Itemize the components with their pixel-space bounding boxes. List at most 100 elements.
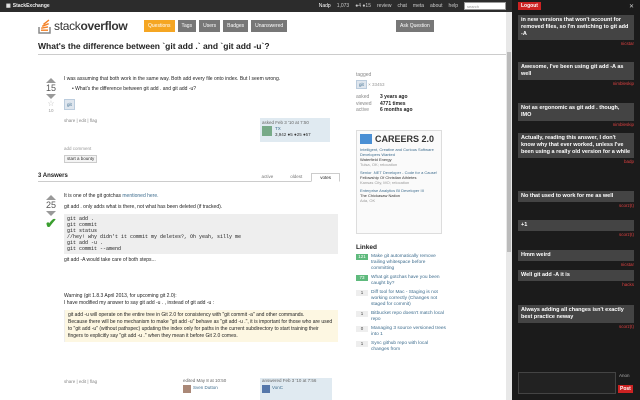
chat-message-author[interactable]: scorz(t) [518, 202, 634, 210]
linked-link[interactable]: Managing 3 source versioned trees into 1 [371, 326, 446, 338]
answers-header: 3 Answers active oldest votes [38, 172, 340, 182]
linked-item[interactable]: 73 What git gotchas have you been caught … [356, 275, 446, 287]
scrollbar-thumb[interactable] [507, 52, 511, 252]
avatar[interactable] [262, 126, 272, 136]
linked-link[interactable]: Sync github repo with local changes from [371, 341, 446, 353]
nav-unanswered[interactable]: Unanswered [251, 20, 288, 32]
chat-input[interactable] [518, 372, 616, 394]
linked-item[interactable]: 0 Managing 3 source versioned trees into … [356, 326, 446, 338]
start-bounty-button[interactable]: start a bounty [64, 155, 98, 163]
linked-link[interactable]: Make git automatically remove trailing w… [371, 254, 446, 272]
question-owner-rep: 3,942 ●5 ●25 ●57 [275, 132, 311, 137]
linked-link[interactable]: Diff tool for Mac - Staging is not worki… [371, 290, 446, 308]
close-icon[interactable]: ✕ [629, 3, 634, 10]
linked-link[interactable]: What git gotchas have you been caught by… [371, 275, 446, 287]
question-bullet: • What's the difference between git add … [72, 86, 197, 92]
chat-message-text: No that used to work for me as well [518, 191, 634, 202]
answer-owner-name[interactable]: VonC [272, 385, 283, 390]
chat-message-author[interactable]: nicstar [518, 261, 634, 269]
nav-questions[interactable]: Questions [144, 20, 175, 32]
chat-message: Always adding all changes isn't exactly … [518, 305, 634, 331]
stackoverflow-logo[interactable]: stackoverflow [38, 18, 128, 34]
linked-item[interactable]: 1 Diff tool for Mac - Staging is not work… [356, 290, 446, 308]
question-vote-count: 15 [45, 83, 56, 93]
stackexchange-menu[interactable]: ▦ StackExchange [6, 3, 50, 9]
anon-label[interactable]: Anon [619, 373, 630, 378]
post-button[interactable]: Post [618, 385, 633, 393]
answered-date: answered Feb 3 '10 at 7:56 [262, 378, 317, 383]
tag-git[interactable]: git [356, 80, 367, 89]
meta-link[interactable]: meta [413, 3, 424, 9]
search-input[interactable]: search [464, 2, 506, 10]
avatar[interactable] [183, 385, 191, 393]
avatar[interactable] [262, 385, 270, 393]
answer-update: Warning (git 1.8.3 April 2013, for upcom… [64, 293, 338, 342]
answer-owner-card: answered Feb 3 '10 at 7:56 VonC [260, 378, 332, 400]
user-link[interactable]: Nadp [319, 3, 331, 9]
chat-message-text: Well git add -A it is [518, 270, 634, 281]
tag-git[interactable]: git [64, 99, 75, 110]
tab-votes[interactable]: votes [311, 173, 340, 182]
job-listing[interactable]: Intelligent, Creative and Curious Softwa… [360, 147, 438, 167]
chat-message: +1 scorz(t) [518, 220, 634, 239]
logout-button[interactable]: Logout [518, 2, 541, 10]
question-owner-name[interactable]: TX [275, 126, 281, 131]
nav-badges[interactable]: Badges [223, 20, 249, 32]
tab-oldest[interactable]: oldest [282, 173, 310, 182]
linked-item[interactable]: 1 Bitbucket repo doesn't match local repo [356, 311, 446, 323]
review-link[interactable]: review [377, 3, 391, 9]
chat-message-text: Hmm weird [518, 250, 634, 261]
job-listing[interactable]: Enterprise Analytics BI Developer III Th… [360, 188, 438, 203]
careers-ad[interactable]: CAREERS 2.0 Intelligent, Creative and Cu… [356, 130, 442, 234]
question-owner-card: asked Feb 3 '10 at 7:50 TX 3,942 ●5 ●25 … [260, 118, 330, 142]
linked-score: 73 [356, 275, 368, 281]
code-block: git add . git commit git status //hey! w… [64, 214, 338, 254]
main-nav: Questions Tags Users Badges Unanswered [144, 20, 288, 32]
help-link[interactable]: help [449, 3, 458, 9]
chat-message-author[interactable]: scorz(t) [518, 323, 634, 331]
linked-item[interactable]: 1 Sync github repo with local changes fro… [356, 341, 446, 353]
careers-logo-icon [360, 134, 372, 144]
chat-message: Actually, reading this answer, I don't k… [518, 133, 634, 166]
editor-name[interactable]: Sven Dutton [193, 385, 218, 390]
about-link[interactable]: about [430, 3, 443, 9]
answer-vote-count: 25 [45, 200, 56, 210]
nav-users[interactable]: Users [199, 20, 221, 32]
linked-questions: Linked 121 Make git automatically remove … [356, 244, 446, 356]
favorite-star-icon[interactable]: ☆ [44, 99, 58, 108]
answer-paragraph: git add -A would take care of both steps… [64, 257, 156, 263]
linked-item[interactable]: 121 Make git automatically remove trailin… [356, 254, 446, 272]
chat-message-author[interactable]: nimbleskip [518, 80, 634, 88]
chat-message: Hmm weird nicstar [518, 250, 634, 269]
chat-panel: Logout ✕ in new versions that won't acco… [512, 0, 640, 400]
add-comment-link[interactable]: add comment [64, 144, 97, 154]
careers-title: CAREERS 2.0 [360, 134, 438, 144]
chat-message: No that used to work for me as well scorz… [518, 191, 634, 210]
chat-message-text: in new versions that won't account for r… [518, 15, 634, 40]
chat-message-author[interactable]: nimbleskip [518, 121, 634, 129]
chat-message-author[interactable]: scorz(t) [518, 231, 634, 239]
tab-active[interactable]: active [253, 173, 281, 182]
answer-editor-card: edited May 8 at 10:50 Sven Dutton [183, 378, 255, 400]
gotchas-link[interactable]: mentioned here. [122, 193, 158, 199]
linked-score: 1 [356, 290, 368, 296]
chat-message-author[interactable]: badp [518, 158, 634, 166]
favorite-count: 10 [48, 108, 54, 113]
quote-line-2: Because there will be no mechanism to ma… [68, 319, 333, 339]
chat-message-author[interactable]: nicstar [518, 40, 634, 48]
chat-message-text: Always adding all changes isn't exactly … [518, 305, 634, 323]
question-title[interactable]: What's the difference between `git add .… [38, 41, 508, 55]
nav-tags[interactable]: Tags [177, 20, 197, 32]
edited-date: edited May 8 at 10:50 [183, 378, 227, 383]
chat-message-author[interactable]: hacks [518, 281, 634, 289]
job-listing[interactable]: Senior .NET Developer - Code for a Cause… [360, 170, 438, 185]
quote-line-1: git add -u will operate on the entire tr… [68, 312, 305, 318]
answer-post-menu[interactable]: share | edit | flag [64, 379, 97, 384]
answer-paragraph: I have modified my answer to say git add… [64, 300, 215, 306]
ask-question-button[interactable]: Ask Question [396, 20, 434, 32]
answer-paragraph: It is one of the git gotchas mentioned h… [64, 193, 159, 199]
warning-line: Warning (git 1.8.3 April 2013, for upcom… [64, 293, 177, 299]
linked-link[interactable]: Bitbucket repo doesn't match local repo [371, 311, 446, 323]
chat-link[interactable]: chat [397, 3, 406, 9]
blockquote: git add -u will operate on the entire tr… [64, 310, 338, 342]
